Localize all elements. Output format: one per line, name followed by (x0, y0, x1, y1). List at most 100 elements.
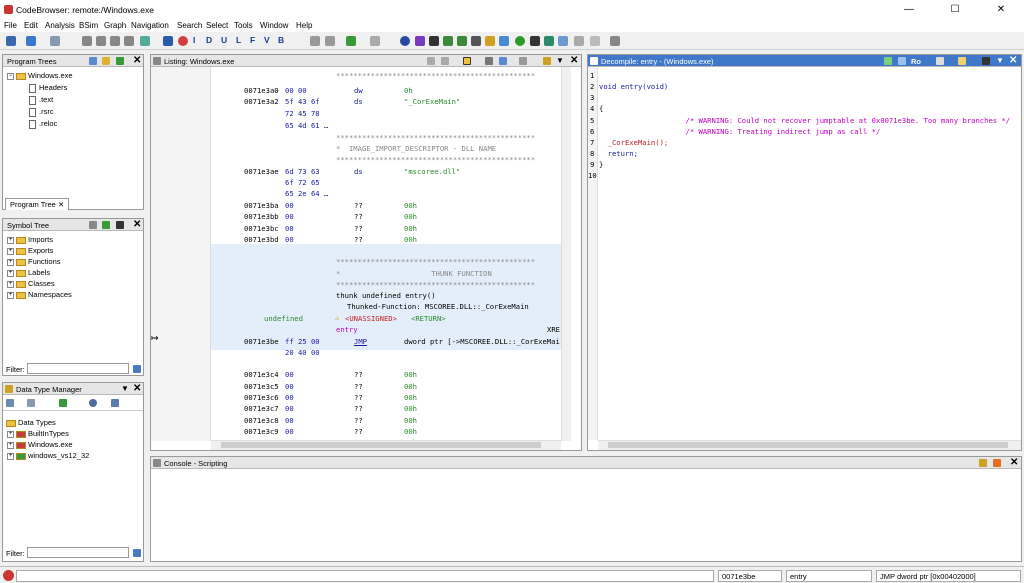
symbol-filter-icon[interactable] (133, 365, 141, 373)
listing-mnemonic[interactable]: ds (354, 167, 363, 176)
listing-addr[interactable]: 0071e3c7 (244, 404, 279, 413)
back-arrow-icon[interactable] (26, 36, 36, 46)
listing-operand[interactable]: 00h (404, 370, 417, 379)
listing-operand[interactable]: 00h (404, 382, 417, 391)
decompile-copy-icon[interactable] (936, 57, 944, 65)
tool-icon-10[interactable] (544, 36, 554, 46)
listing-addr[interactable]: 0071e3ae (244, 167, 279, 176)
field-edit-icon[interactable] (485, 57, 493, 65)
listing-operand[interactable]: 00h (404, 235, 417, 244)
toolbar-letter-v[interactable]: V (264, 35, 270, 45)
tree-item-text[interactable]: .text (29, 95, 53, 105)
listing-mnemonic[interactable]: ?? (354, 382, 363, 391)
symbol-filter-input[interactable] (27, 363, 129, 374)
resize-arrow-icon[interactable]: ↦ (151, 333, 159, 344)
listing-addr[interactable]: 0071e3a0 (244, 86, 279, 95)
jmp-mnemonic[interactable]: JMP (354, 337, 367, 346)
minimize-button[interactable]: — (886, 0, 932, 20)
decompile-menu-icon[interactable]: ▼ (996, 55, 1004, 67)
decompile-snapshot-icon[interactable] (982, 57, 990, 65)
close-symbol-tree-button[interactable]: ✕ (133, 219, 141, 231)
tool-icon-7[interactable] (485, 36, 495, 46)
close-console-button[interactable]: ✕ (1010, 457, 1018, 469)
tool-icon-13[interactable] (590, 36, 600, 46)
toolbar-letter-l[interactable]: L (236, 35, 241, 45)
symbol-classes[interactable]: + Classes (7, 279, 55, 288)
decompile-hscroll-thumb[interactable] (608, 442, 1008, 448)
info-icon[interactable] (400, 36, 410, 46)
thunk-declaration[interactable]: thunk undefined entry() (336, 291, 436, 300)
tool-icon-14[interactable] (610, 36, 620, 46)
decompile-call[interactable]: _CorExeMain(); (599, 138, 669, 147)
listing-mnemonic[interactable]: ?? (354, 393, 363, 402)
run-icon[interactable] (515, 36, 525, 46)
dtm-filter-icon[interactable] (133, 549, 141, 557)
xref-label[interactable]: XRE (547, 325, 560, 334)
listing-operand[interactable]: 00h (404, 224, 417, 233)
decompile-export-icon[interactable] (958, 57, 966, 65)
tool-icon-8[interactable] (499, 36, 509, 46)
listing-mnemonic[interactable]: ?? (354, 370, 363, 379)
toolbar-letter-f[interactable]: F (250, 35, 255, 45)
menu-tools[interactable]: Tools (234, 21, 253, 30)
cursor-icon[interactable] (463, 57, 471, 65)
listing-operand[interactable]: 00h (404, 201, 417, 210)
graph-icon[interactable] (898, 57, 906, 65)
tree-item-rsrc[interactable]: .rsrc (29, 107, 54, 117)
refresh-icon[interactable] (884, 57, 892, 65)
stop-icon[interactable] (178, 36, 188, 46)
tool-icon-1[interactable] (310, 36, 320, 46)
dtm-root[interactable]: Data Types (6, 418, 56, 427)
listing-addr[interactable]: 0071e3bb (244, 212, 279, 221)
diff-icon[interactable] (519, 57, 527, 65)
console-clear-icon[interactable] (993, 459, 1001, 467)
tool-icon-12[interactable] (574, 36, 584, 46)
nav-icon-4[interactable] (124, 36, 134, 46)
entry-label[interactable]: entry (336, 325, 358, 334)
symbol-imports[interactable]: + Imports (7, 235, 53, 244)
listing-options-icon[interactable] (543, 57, 551, 65)
dtm-tool-icon[interactable] (59, 399, 67, 407)
tab-program-tree[interactable]: Program Tree ✕ (5, 198, 70, 210)
tree-root[interactable]: − Windows.exe (7, 71, 73, 80)
listing-operand[interactable]: "_CorExeMain" (404, 97, 460, 106)
listing-mnemonic[interactable]: ?? (354, 416, 363, 425)
paste-icon[interactable] (441, 57, 449, 65)
listing-addr[interactable]: 0071e3c8 (244, 416, 279, 425)
listing-addr[interactable]: 0071e3bd (244, 235, 279, 244)
check-icon[interactable] (415, 36, 425, 46)
menu-window[interactable]: Window (260, 21, 288, 30)
close-decompile-button[interactable]: ✕ (1009, 55, 1017, 67)
toolbar-letter-u[interactable]: U (221, 35, 227, 45)
menu-graph[interactable]: Graph (104, 21, 126, 30)
nav-icon-1[interactable] (82, 36, 92, 46)
symbol-new-icon[interactable] (102, 221, 110, 229)
symbol-namespaces[interactable]: + Namespaces (7, 290, 72, 299)
listing-operand[interactable]: 00h (404, 393, 417, 402)
listing-mnemonic[interactable]: ?? (354, 235, 363, 244)
listing-addr[interactable]: 0071e3c5 (244, 382, 279, 391)
symbol-labels[interactable]: + Labels (7, 268, 50, 277)
dtm-back-icon[interactable] (6, 399, 14, 407)
listing-addr[interactable]: 0071e3c9 (244, 427, 279, 436)
close-data-type-manager-button[interactable]: ✕ (133, 383, 141, 395)
menu-navigation[interactable]: Navigation (131, 21, 169, 30)
listing-operand[interactable]: 0h (404, 86, 413, 95)
listing-menu-icon[interactable]: ▼ (556, 55, 564, 67)
maximize-button[interactable]: ☐ (932, 0, 978, 20)
thunked-function[interactable]: Thunked-Function: MSCOREE.DLL::_CorExeMa… (347, 302, 529, 311)
menu-help[interactable]: Help (296, 21, 312, 30)
close-window-button[interactable]: ✕ (978, 0, 1024, 20)
symbol-exports[interactable]: + Exports (7, 246, 53, 255)
listing-addr[interactable]: 0071e3bc (244, 224, 279, 233)
listing-mnemonic[interactable]: ?? (354, 404, 363, 413)
listing-operand[interactable]: 00h (404, 212, 417, 221)
listing-hscroll-thumb[interactable] (221, 442, 541, 448)
dtm-windows-vs12[interactable]: + windows_vs12_32 (7, 451, 89, 460)
listing-addr[interactable]: 0071e3be (244, 337, 279, 346)
tool-icon-6[interactable] (471, 36, 481, 46)
close-program-trees-button[interactable]: ✕ (133, 55, 141, 67)
snapshot-icon[interactable] (499, 57, 507, 65)
forward-arrow-icon[interactable] (50, 36, 60, 46)
open-folder-icon[interactable] (102, 57, 110, 65)
